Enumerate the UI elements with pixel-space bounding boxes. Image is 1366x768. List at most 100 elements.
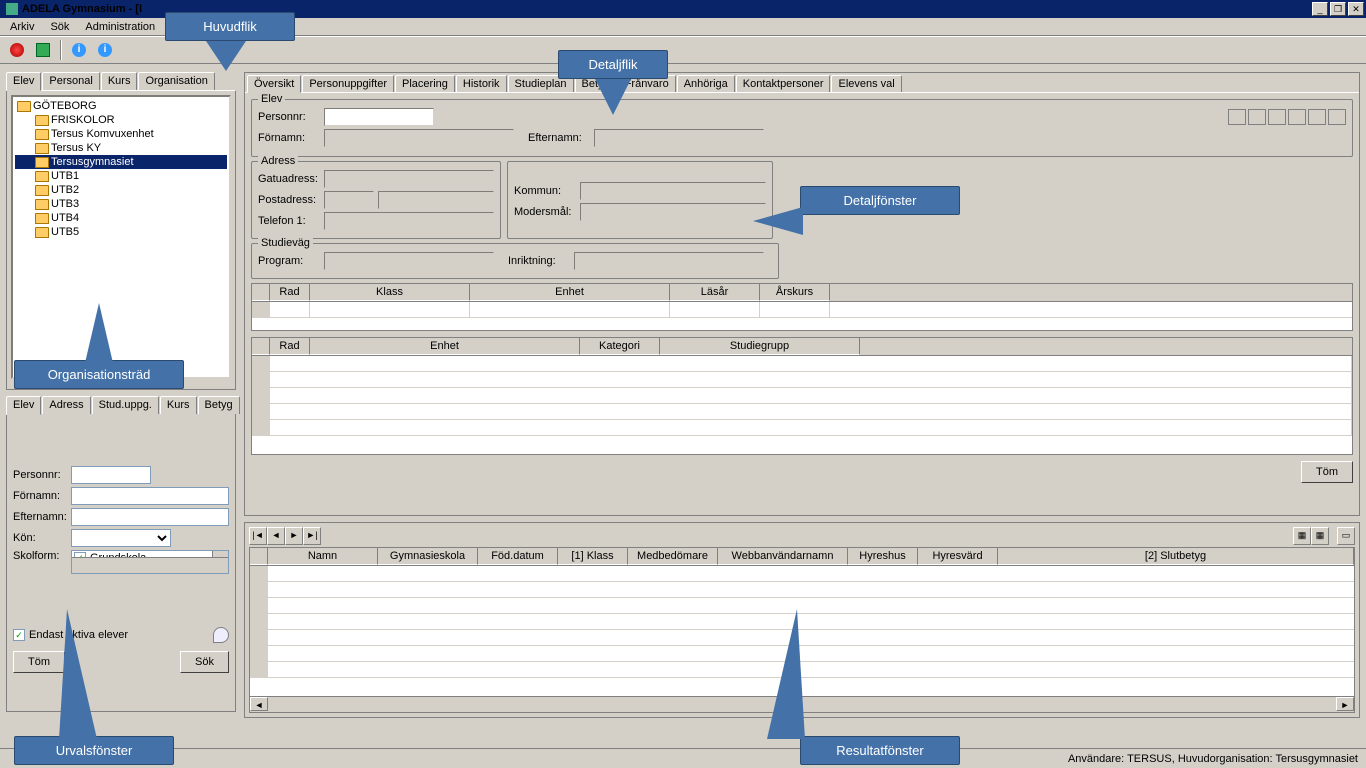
filter-tab-elev[interactable]: Elev [6,396,41,415]
col-header[interactable]: Hyreshus [848,548,918,565]
detail-tab-personuppgifter[interactable]: Personuppgifter [302,75,394,92]
col-header[interactable]: Hyresvärd [918,548,998,565]
table-row[interactable] [252,404,1352,420]
col-header[interactable]: Klass [310,284,470,301]
clear-button[interactable]: Töm [13,651,65,673]
col-header[interactable]: Årskurs [760,284,830,301]
listbox-skolform[interactable]: ✓Grundskola [71,550,229,574]
detail-tab-historik[interactable]: Historik [456,75,507,92]
toolbar-info2-button[interactable]: i [94,39,116,61]
col-header[interactable]: [2] Slutbetyg [998,548,1354,565]
search-icon[interactable] [213,627,229,643]
select-kon[interactable] [71,529,171,547]
col-header[interactable]: [1] Klass [558,548,628,565]
search-button[interactable]: Sök [180,651,229,673]
col-header[interactable]: Enhet [310,338,580,355]
mini-button[interactable] [1288,109,1306,125]
col-header[interactable]: Läsår [670,284,760,301]
detail-tab-oversikt[interactable]: Översikt [247,75,301,93]
minimize-button[interactable]: _ [1312,2,1328,16]
col-header[interactable]: Rad [270,284,310,301]
input-personnr[interactable] [71,466,151,484]
input-personnr-detail[interactable] [324,108,434,126]
table-row[interactable] [252,356,1352,372]
tree-item[interactable]: FRISKOLOR [15,113,227,127]
mini-button[interactable] [1328,109,1346,125]
detail-tab-placering[interactable]: Placering [395,75,455,92]
nav-next-button[interactable]: ► [285,527,303,545]
filter-tabs: Elev Adress Stud.uppg. Kurs Betyg [6,396,236,414]
tab-elev[interactable]: Elev [6,72,41,91]
detail-tab-anhoriga[interactable]: Anhöriga [677,75,735,92]
menu-arkiv[interactable]: Arkiv [4,20,40,34]
groupbox-title: Studieväg [258,237,313,249]
mini-button[interactable] [1308,109,1326,125]
folder-icon [17,101,31,112]
checkbox-endast[interactable]: ✓ [13,629,25,641]
clear-detail-button[interactable]: Töm [1301,461,1353,483]
export2-button[interactable]: ▦ [1311,527,1329,545]
detail-tab-kontaktpersoner[interactable]: Kontaktpersoner [736,75,831,92]
nav-prev-button[interactable]: ◄ [267,527,285,545]
export-button[interactable]: ▦ [1293,527,1311,545]
tree-item[interactable]: UTB4 [15,211,227,225]
field-telefon [324,212,494,230]
col-header[interactable]: Namn [268,548,378,565]
table-row[interactable] [250,566,1354,582]
maximize-button[interactable]: ❐ [1330,2,1346,16]
nav-first-button[interactable]: |◄ [249,527,267,545]
scroll-right-button[interactable]: ► [1336,697,1354,711]
grid-klass[interactable]: Rad Klass Enhet Läsår Årskurs [251,283,1353,331]
tool-icon [36,43,50,57]
table-row[interactable] [252,372,1352,388]
field-gatuadress [324,170,494,188]
tree-item[interactable]: UTB5 [15,225,227,239]
col-header[interactable]: Studiegrupp [660,338,860,355]
tree-item[interactable]: UTB3 [15,197,227,211]
detail-tab-elevensval[interactable]: Elevens val [831,75,901,92]
toolbar-info1-button[interactable]: i [68,39,90,61]
filter-tab-kurs[interactable]: Kurs [160,396,197,414]
tab-personal[interactable]: Personal [42,72,99,90]
table-row[interactable] [252,420,1352,436]
col-header[interactable]: Gymnasieskola [378,548,478,565]
scroll-left-button[interactable]: ◄ [250,697,268,711]
tab-organisation[interactable]: Organisation [138,72,214,90]
tree-item[interactable]: UTB1 [15,169,227,183]
table-row[interactable] [252,388,1352,404]
mini-button[interactable] [1228,109,1246,125]
tree-item[interactable]: UTB2 [15,183,227,197]
filter-tab-adress[interactable]: Adress [42,396,90,414]
col-header[interactable]: Föd.datum [478,548,558,565]
tree-item[interactable]: Tersus Komvuxenhet [15,127,227,141]
field-kommun [580,182,766,200]
close-button[interactable]: ✕ [1348,2,1364,16]
table-row[interactable] [252,302,1352,318]
input-fornamn[interactable] [71,487,229,505]
mini-button[interactable] [1248,109,1266,125]
tree-item[interactable]: Tersus KY [15,141,227,155]
settings-button[interactable]: ▭ [1337,527,1355,545]
col-header[interactable]: Rad [270,338,310,355]
tab-kurs[interactable]: Kurs [101,72,138,90]
grid-studiegrupp[interactable]: Rad Enhet Kategori Studiegrupp [251,337,1353,455]
mini-button[interactable] [1268,109,1286,125]
tree-root[interactable]: GÖTEBORG [15,99,227,113]
table-row[interactable] [250,582,1354,598]
filter-tab-betyg[interactable]: Betyg [198,396,240,414]
menu-sok[interactable]: Sök [44,20,75,34]
filter-tab-studuppg[interactable]: Stud.uppg. [92,396,159,414]
input-efternamn[interactable] [71,508,229,526]
callout-urvalsfonster: Urvalsfönster [14,736,174,765]
tree-item-selected[interactable]: Tersusgymnasiet [15,155,227,169]
organization-tree[interactable]: GÖTEBORG FRISKOLOR Tersus Komvuxenhet Te… [11,95,231,379]
col-header[interactable]: Kategori [580,338,660,355]
scrollbar-h[interactable] [72,557,228,573]
col-header[interactable]: Medbedömare [628,548,718,565]
menu-administration[interactable]: Administration [79,20,161,34]
toolbar-btn2[interactable] [32,39,54,61]
col-header[interactable]: Enhet [470,284,670,301]
nav-last-button[interactable]: ►| [303,527,321,545]
col-header[interactable]: Webbanvändarnamn [718,548,848,565]
toolbar-record-button[interactable] [6,39,28,61]
